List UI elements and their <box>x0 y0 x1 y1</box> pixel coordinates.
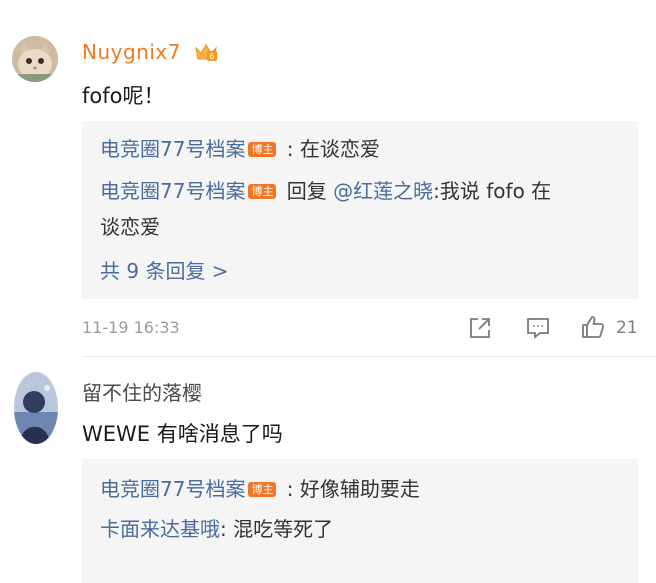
svg-text:6: 6 <box>209 52 215 61</box>
divider <box>82 356 656 357</box>
timestamp: 11-19 16:33 <box>82 318 180 337</box>
mention-link[interactable]: @红莲之晓 <box>333 179 433 203</box>
author-badge: 博主 <box>248 142 277 157</box>
avatar[interactable] <box>14 372 58 444</box>
comment-text: WEWE 有啥消息了吗 <box>82 422 283 446</box>
reply-item: 电竞圈77号档案 博主 : 在谈恋爱 <box>100 137 380 161</box>
reply-item: 电竞圈77号档案 博主 回复 @红莲之晓:我说 fofo 在 <box>100 179 552 203</box>
comment-text: fofo呢！ <box>82 84 165 108</box>
like-count: 21 <box>616 318 638 338</box>
comment-icon[interactable] <box>525 316 551 344</box>
avatar[interactable] <box>12 36 58 82</box>
author-badge: 博主 <box>248 482 277 497</box>
username[interactable]: 留不住的落樱 <box>82 377 202 406</box>
reply-author[interactable]: 电竞圈77号档案 <box>100 477 245 501</box>
username[interactable]: Nuygnix7 6 <box>82 40 218 67</box>
more-replies-link[interactable]: 共 9 条回复 > <box>100 253 624 289</box>
author-badge: 博主 <box>248 184 277 199</box>
reply-item-continued: 谈恋爱 <box>100 215 160 239</box>
reply-item: 卡面来达基哦: 混吃等死了 <box>100 517 334 541</box>
like-icon[interactable] <box>580 314 606 344</box>
reply-author[interactable]: 电竞圈77号档案 <box>100 137 245 161</box>
reply-box[interactable]: 电竞圈77号档案 博主 : 好像辅助要走 卡面来达基哦: 混吃等死了 <box>82 459 638 583</box>
share-icon[interactable] <box>468 316 492 344</box>
reply-author[interactable]: 卡面来达基哦 <box>100 517 220 541</box>
reply-item: 电竞圈77号档案 博主 : 好像辅助要走 <box>100 477 420 501</box>
reply-box[interactable]: 电竞圈77号档案 博主 : 在谈恋爱 电竞圈77号档案 博主 回复 @红莲之晓:我说… <box>82 121 638 299</box>
crown-icon: 6 <box>194 42 218 67</box>
reply-author[interactable]: 电竞圈77号档案 <box>100 179 245 203</box>
